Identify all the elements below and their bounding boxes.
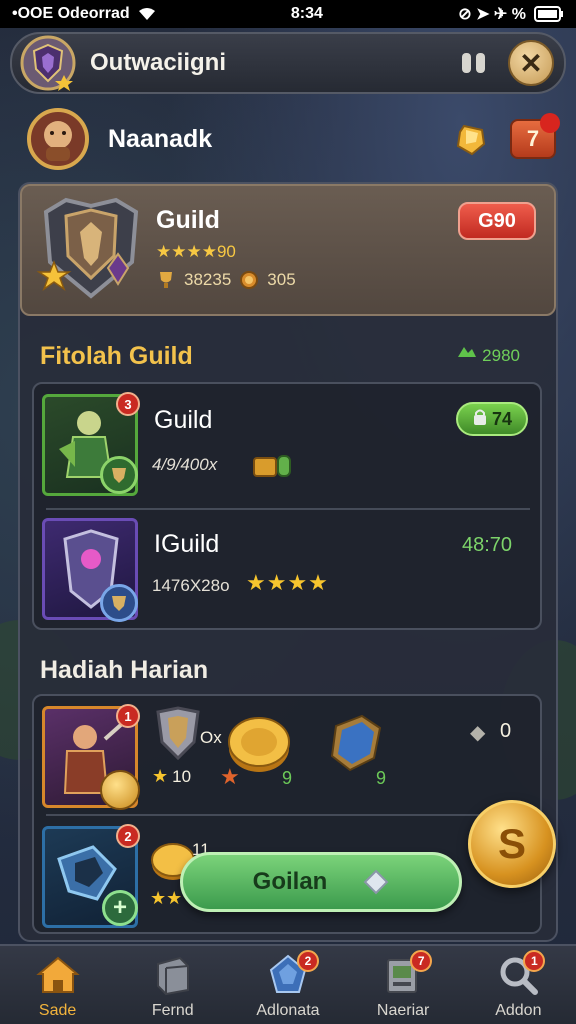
- avatar[interactable]: [26, 107, 90, 171]
- player-row: Naanadk 7: [26, 104, 560, 174]
- cash-icon: [456, 345, 478, 366]
- nav-item-map[interactable]: 7 Naeriar: [348, 950, 458, 1020]
- notification-dot: [540, 113, 560, 133]
- item-badge: 2: [116, 824, 140, 848]
- featured-section-value: 2980: [456, 345, 520, 366]
- wifi-icon: [138, 7, 156, 21]
- item-name: IGuild: [154, 530, 220, 558]
- home-icon: [35, 956, 80, 993]
- item-name: Guild: [154, 406, 213, 434]
- item-badge: 3: [116, 392, 140, 416]
- status-indicators: ⊘ ➤ ✈ %: [458, 6, 526, 23]
- blue-shield-icon: [326, 712, 384, 774]
- reward-value: 9: [282, 768, 293, 788]
- bottom-nav: Sade Fernd 2 Adlonata 7 Naeriar 1 Addon: [0, 944, 576, 1024]
- screen-title: Outwaciigni: [90, 49, 227, 76]
- reward-value: 9: [376, 768, 387, 788]
- guild-stat-2: 305: [267, 270, 296, 289]
- shield-badge-icon: [100, 584, 138, 622]
- treasure-chest-icon: [252, 450, 292, 480]
- pause-icon: [461, 53, 471, 73]
- divider: [46, 814, 530, 816]
- nav-badge: 7: [410, 950, 433, 972]
- daily-section-title: Hadiah Harian: [40, 656, 209, 684]
- crate-icon: [156, 956, 189, 996]
- nav-label: Sade: [38, 1002, 77, 1019]
- star-icon: ★: [152, 766, 169, 786]
- nav-item-home[interactable]: Sade: [3, 952, 113, 1020]
- star-icon: ★: [220, 764, 240, 789]
- guild-rating: ★★★★90: [156, 242, 236, 261]
- star-icon: ★★: [150, 888, 183, 908]
- notification-button[interactable]: 7: [510, 113, 560, 159]
- carrier-label: •OOE Odeorrad: [12, 5, 130, 22]
- guild-stats: 38235 305: [156, 270, 296, 290]
- reward-shield: Ox: [154, 706, 222, 760]
- guild-card[interactable]: Guild ★★★★90 38235 305 G90: [20, 184, 556, 316]
- nav-label: Addon: [495, 1002, 542, 1019]
- nav-item-addon[interactable]: 1 Addon: [463, 950, 573, 1020]
- nav-label: Adlonata: [256, 1002, 320, 1019]
- coin-shop-button[interactable]: S: [468, 800, 556, 888]
- item-value-pill[interactable]: 74: [456, 402, 528, 436]
- coin-icon: [100, 770, 140, 810]
- shield-badge-icon: [100, 456, 138, 494]
- reward-stars: ★ 10: [152, 766, 192, 786]
- silver-shield-icon: [156, 706, 200, 760]
- item-badge: 1: [116, 704, 140, 728]
- title-bar: Outwaciigni ✕: [10, 32, 566, 94]
- reward-right-value: 0: [500, 720, 512, 742]
- nav-label: Fernd: [151, 1002, 194, 1019]
- item-subtitle: 1476X28o: [152, 576, 230, 595]
- battery-icon: [534, 6, 564, 22]
- shield-icon: [36, 192, 146, 304]
- pause-button[interactable]: [456, 46, 490, 80]
- item-stars: ★★★★: [246, 570, 329, 595]
- gold-gem-icon[interactable]: [454, 122, 488, 156]
- clock: 8:34: [290, 5, 323, 22]
- guild-stat-1: 38235: [184, 270, 232, 289]
- status-bar: •OOE Odeorrad 8:34 ⊘ ➤ ✈ %: [0, 0, 576, 28]
- player-name: Naanadk: [108, 124, 213, 153]
- claim-button[interactable]: Goilan: [180, 852, 462, 912]
- item-subtitle: 4/9/400x: [152, 455, 218, 474]
- reward-label: Ox: [200, 728, 222, 747]
- item-value: 48:70: [462, 534, 513, 556]
- nav-badge: 2: [296, 950, 319, 972]
- claim-button-label: Goilan: [252, 868, 328, 895]
- featured-section-title: Fitolah Guild: [40, 342, 193, 370]
- plus-icon: +: [102, 890, 138, 926]
- guild-emblem-icon: [20, 35, 76, 91]
- guild-name: Guild: [156, 206, 220, 234]
- lock-icon: [472, 408, 488, 431]
- close-button[interactable]: ✕: [508, 40, 554, 86]
- divider: [46, 508, 530, 510]
- trophy-icon: [156, 270, 176, 290]
- medal-icon: [239, 270, 259, 290]
- diamond-icon: ◆: [470, 722, 486, 744]
- notification-count: 7: [526, 126, 540, 151]
- nav-item-collection[interactable]: 2 Adlonata: [233, 950, 343, 1020]
- diamond-arrow-icon: [363, 869, 389, 895]
- guild-badge[interactable]: G90: [458, 202, 536, 240]
- nav-label: Naeriar: [376, 1002, 430, 1019]
- nav-badge: 1: [523, 950, 546, 972]
- nav-item-friend[interactable]: Fernd: [118, 952, 228, 1020]
